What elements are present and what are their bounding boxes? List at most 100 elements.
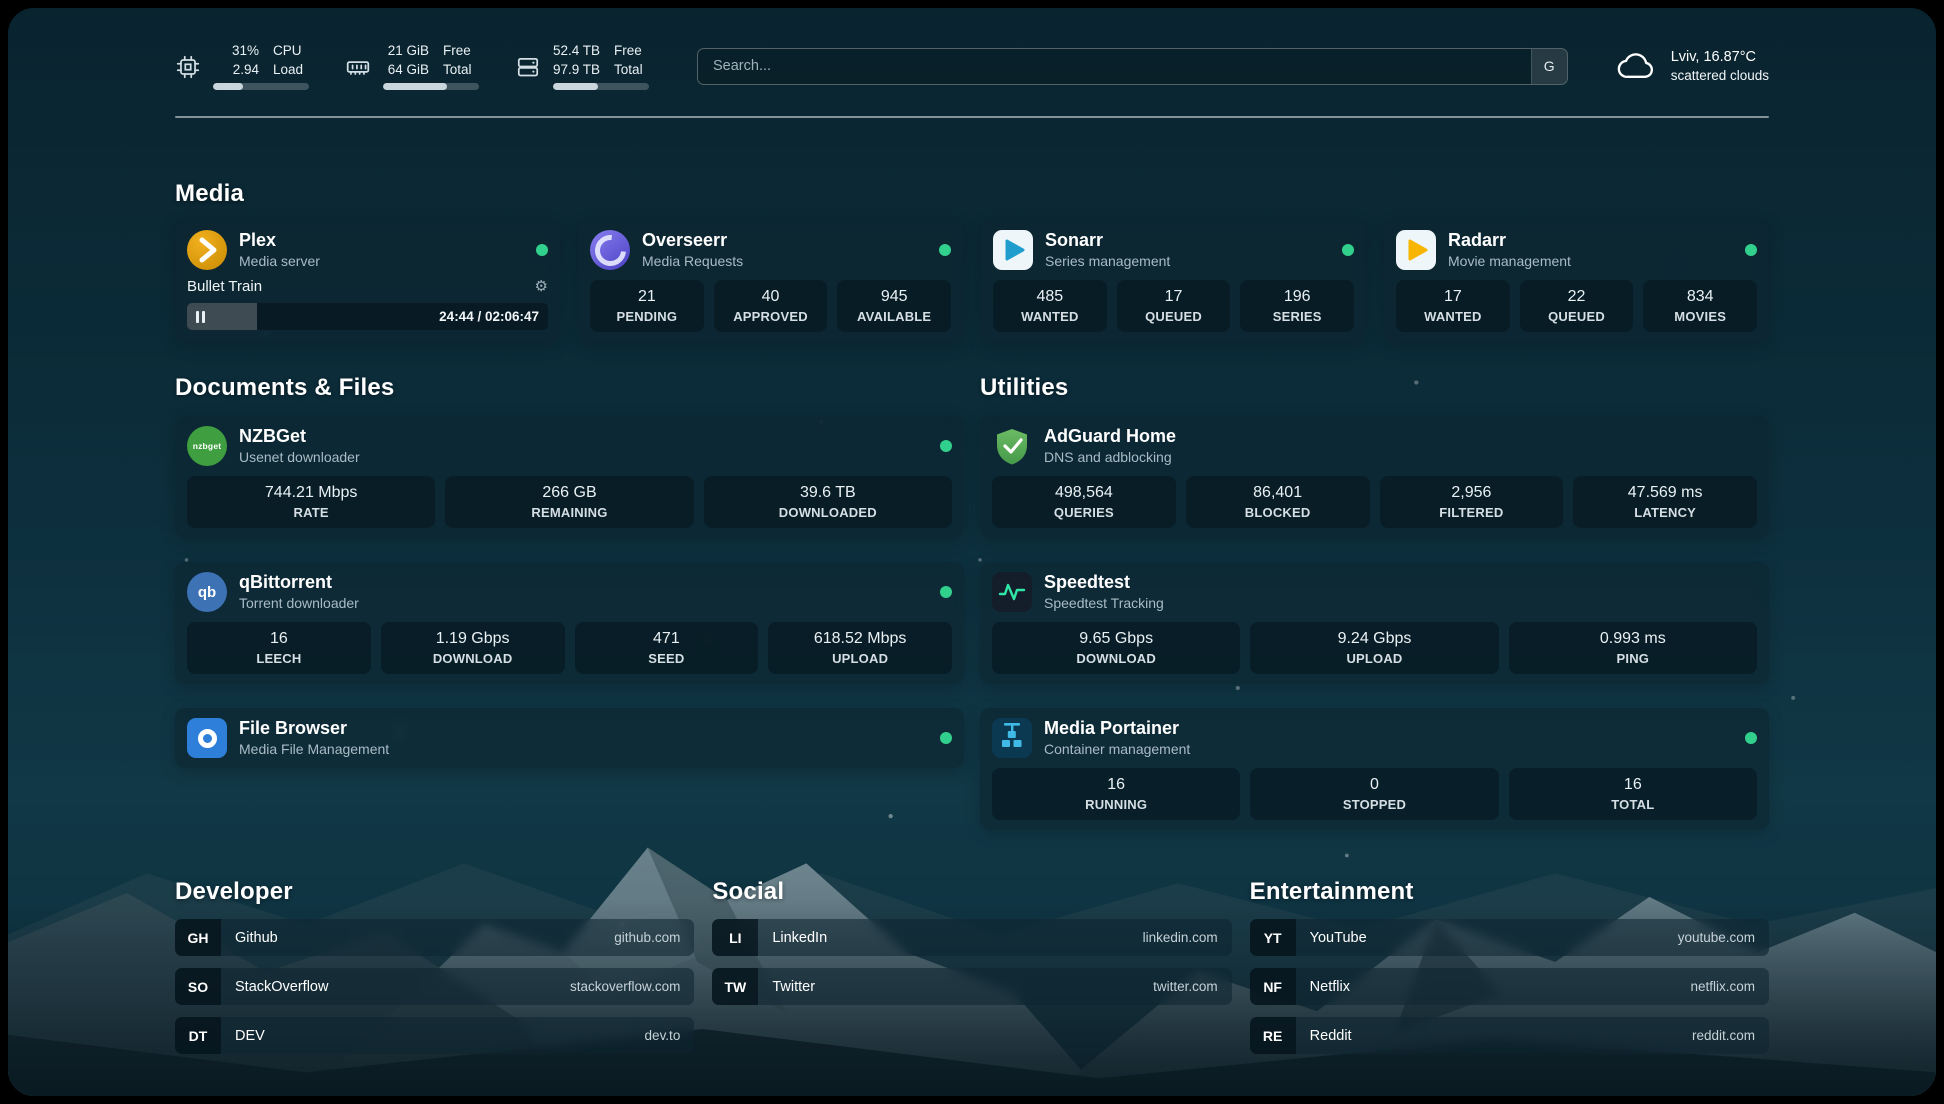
memory-progress-bar	[383, 83, 479, 90]
cpu-usage-value: 31%	[232, 42, 259, 60]
bookmark-linkedin[interactable]: LI LinkedIn linkedin.com	[712, 919, 1231, 956]
bookmark-url: github.com	[614, 930, 680, 945]
cloud-icon	[1616, 50, 1658, 82]
stat-box: 196SERIES	[1240, 280, 1354, 332]
status-dot	[939, 244, 951, 256]
portainer-crane-icon	[992, 718, 1032, 758]
bookmark-github[interactable]: GH Github github.com	[175, 919, 694, 956]
status-dot	[1342, 244, 1354, 256]
bookmark-name: DEV	[235, 1028, 265, 1044]
stat-box: 17QUEUED	[1117, 280, 1231, 332]
weather-widget: Lviv, 16.87°C scattered clouds	[1616, 49, 1769, 83]
cpu-usage-label: CPU	[273, 42, 303, 60]
disk-total-label: Total	[614, 61, 643, 79]
documents-column: Documents & Files nzbget NZBGet Usenet d…	[175, 374, 964, 768]
bookmark-netflix[interactable]: NF Netflix netflix.com	[1250, 968, 1769, 1005]
service-name: Sonarr	[1045, 231, 1330, 251]
weather-location: Lviv, 16.87°C	[1671, 49, 1769, 65]
service-subtitle: Speedtest Tracking	[1044, 595, 1757, 611]
search-engine-button[interactable]: G	[1531, 49, 1567, 84]
bookmark-youtube[interactable]: YT YouTube youtube.com	[1250, 919, 1769, 956]
bookmark-url: youtube.com	[1678, 930, 1755, 945]
service-name: AdGuard Home	[1044, 427, 1757, 447]
stat-box: 9.24 GbpsUPLOAD	[1250, 622, 1498, 674]
cpu-widget: 31% 2.94 CPU Load	[175, 42, 309, 90]
section-title-documents: Documents & Files	[175, 374, 964, 402]
memory-icon	[345, 54, 371, 80]
stat-box: 0.993 msPING	[1509, 622, 1757, 674]
bookmark-twitter[interactable]: TW Twitter twitter.com	[712, 968, 1231, 1005]
bookmark-dev[interactable]: DT DEV dev.to	[175, 1017, 694, 1054]
dashboard-screen: 31% 2.94 CPU Load	[8, 8, 1936, 1096]
section-title-social: Social	[712, 878, 1231, 906]
stat-box: 485WANTED	[993, 280, 1107, 332]
service-card-nzbget[interactable]: nzbget NZBGet Usenet downloader 744.21 M…	[175, 416, 964, 538]
status-dot	[536, 244, 548, 256]
bookmark-name: LinkedIn	[772, 930, 827, 946]
bookmark-abbr: LI	[712, 919, 758, 956]
stat-box: 1.19 GbpsDOWNLOAD	[381, 622, 565, 674]
stat-box: 86,401BLOCKED	[1186, 476, 1370, 528]
filebrowser-icon	[187, 718, 227, 758]
bookmark-abbr: NF	[1250, 968, 1296, 1005]
cpu-chip-icon	[175, 54, 201, 80]
stat-box: 744.21 MbpsRATE	[187, 476, 435, 528]
disk-free-value: 52.4 TB	[553, 42, 600, 60]
stat-box: 618.52 MbpsUPLOAD	[768, 622, 952, 674]
bookmark-group-social: Social LI LinkedIn linkedin.com TW Twitt…	[712, 878, 1231, 1066]
service-card-speedtest[interactable]: Speedtest Speedtest Tracking 9.65 GbpsDO…	[980, 562, 1769, 684]
bookmark-group-developer: Developer GH Github github.com SO StackO…	[175, 878, 694, 1066]
service-card-plex[interactable]: Plex Media server Bullet Train ⚙ 24:44 /…	[175, 220, 560, 342]
service-card-qbittorrent[interactable]: qb qBittorrent Torrent downloader 16LEEC…	[175, 562, 964, 684]
service-subtitle: Torrent downloader	[239, 595, 928, 611]
settings-gear-icon[interactable]: ⚙	[535, 277, 548, 295]
bookmarks-area: Developer GH Github github.com SO StackO…	[175, 878, 1769, 1066]
stat-box: 16RUNNING	[992, 768, 1240, 820]
adguard-shield-icon	[992, 426, 1032, 466]
plex-icon	[187, 230, 227, 270]
service-name: Speedtest	[1044, 573, 1757, 593]
service-name: Plex	[239, 231, 524, 251]
utilities-column: Utilities AdGuard	[980, 374, 1769, 830]
service-card-overseerr[interactable]: Overseerr Media Requests 21PENDING 40APP…	[578, 220, 963, 342]
pause-button[interactable]	[196, 311, 205, 323]
search-input[interactable]	[698, 49, 1531, 84]
bookmark-stackoverflow[interactable]: SO StackOverflow stackoverflow.com	[175, 968, 694, 1005]
stat-box: 22QUEUED	[1520, 280, 1634, 332]
service-subtitle: Series management	[1045, 253, 1330, 269]
stat-box: 0STOPPED	[1250, 768, 1498, 820]
service-name: NZBGet	[239, 427, 928, 447]
bookmark-reddit[interactable]: RE Reddit reddit.com	[1250, 1017, 1769, 1054]
top-bar: 31% 2.94 CPU Load	[175, 8, 1769, 90]
bookmark-name: Reddit	[1310, 1028, 1352, 1044]
memory-total-value: 64 GiB	[388, 61, 429, 79]
service-card-adguard[interactable]: AdGuard Home DNS and adblocking 498,564Q…	[980, 416, 1769, 538]
service-card-sonarr[interactable]: Sonarr Series management 485WANTED 17QUE…	[981, 220, 1366, 342]
service-subtitle: Movie management	[1448, 253, 1733, 269]
playback-progress-bar[interactable]: 24:44 / 02:06:47	[187, 303, 548, 330]
overseerr-icon	[590, 230, 630, 270]
disk-free-label: Free	[614, 42, 643, 60]
service-card-filebrowser[interactable]: File Browser Media File Management	[175, 708, 964, 768]
stat-box: 21PENDING	[590, 280, 704, 332]
service-name: Media Portainer	[1044, 719, 1733, 739]
bookmark-url: twitter.com	[1153, 979, 1218, 994]
bookmark-name: Github	[235, 930, 278, 946]
bookmark-name: Netflix	[1310, 979, 1350, 995]
radarr-icon	[1396, 230, 1436, 270]
section-title-utilities: Utilities	[980, 374, 1769, 402]
memory-widget: 21 GiB 64 GiB Free Total	[345, 42, 479, 90]
memory-total-label: Total	[443, 61, 472, 79]
stat-box: 471SEED	[575, 622, 759, 674]
disk-progress-bar	[553, 83, 649, 90]
service-card-portainer[interactable]: Media Portainer Container management 16R…	[980, 708, 1769, 830]
memory-free-value: 21 GiB	[388, 42, 429, 60]
status-dot	[1745, 732, 1757, 744]
cpu-load-value: 2.94	[233, 61, 259, 79]
stat-box: 834MOVIES	[1643, 280, 1757, 332]
nzbget-icon: nzbget	[187, 426, 227, 466]
stat-box: 9.65 GbpsDOWNLOAD	[992, 622, 1240, 674]
stat-box: 39.6 TBDOWNLOADED	[704, 476, 952, 528]
service-card-radarr[interactable]: Radarr Movie management 17WANTED 22QUEUE…	[1384, 220, 1769, 342]
service-subtitle: Media File Management	[239, 741, 928, 757]
